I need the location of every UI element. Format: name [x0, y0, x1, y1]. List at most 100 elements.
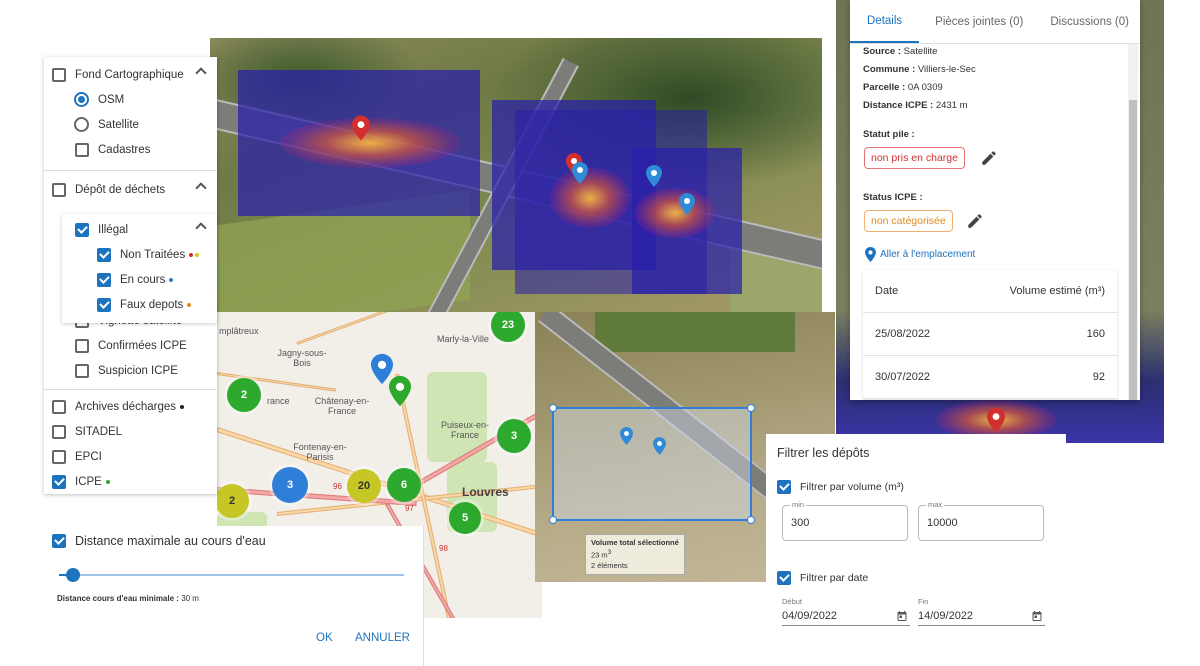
checkbox[interactable]: [52, 67, 66, 82]
distance-title: Distance maximale au cours d'eau: [75, 534, 266, 548]
scrollbar-thumb[interactable]: [1129, 100, 1137, 400]
layer-cadastres[interactable]: Cadastres: [44, 137, 217, 162]
scrollbar[interactable]: [1128, 44, 1138, 400]
volume-table: Date Volume estimé (m³) 25/08/2022 160 3…: [863, 270, 1117, 399]
layer-osm[interactable]: OSM: [44, 87, 217, 112]
selection-rectangle[interactable]: [549, 404, 755, 524]
edit-pencil-icon[interactable]: [966, 212, 984, 230]
layer-confirmees-icpe[interactable]: Confirmées ICPE: [44, 333, 217, 358]
goto-location-link[interactable]: Aller à l'emplacement: [865, 247, 975, 262]
green-marker-icon[interactable]: [389, 374, 411, 408]
red-marker-icon[interactable]: [352, 115, 370, 141]
tab-discussions[interactable]: Discussions (0): [1032, 0, 1138, 43]
slider-thumb[interactable]: [65, 568, 80, 582]
distance-min-value: 30 m: [181, 594, 199, 603]
checkbox[interactable]: [75, 142, 89, 157]
layer-label: Fond Cartographique: [75, 68, 184, 81]
volume-tooltip: Volume total sélectionné 23 m3 2 élément…: [585, 534, 685, 575]
radio-button[interactable]: [74, 92, 89, 107]
edit-pencil-icon[interactable]: [980, 149, 998, 167]
calendar-icon[interactable]: [1031, 610, 1043, 622]
cluster-marker[interactable]: 3: [497, 419, 531, 453]
filter-volume-toggle[interactable]: Filtrer par volume (m³): [777, 480, 904, 494]
layer-faux-depots[interactable]: Faux depots: [62, 292, 217, 317]
resize-handle[interactable]: [747, 516, 755, 524]
checkbox[interactable]: [777, 571, 791, 585]
cluster-marker[interactable]: 5: [449, 502, 481, 534]
layer-epci[interactable]: EPCI: [44, 444, 217, 469]
goto-location-label: Aller à l'emplacement: [880, 249, 976, 260]
date-start-input[interactable]: 04/09/2022: [782, 606, 910, 626]
blue-marker-icon[interactable]: [653, 437, 666, 455]
resize-handle[interactable]: [747, 404, 755, 412]
row-date: 25/08/2022: [875, 328, 931, 340]
red-marker-icon[interactable]: [987, 406, 1005, 434]
legend-dot: [180, 404, 184, 409]
layer-archives-decharges[interactable]: Archives décharges: [44, 394, 217, 419]
cancel-button[interactable]: ANNULER: [355, 632, 410, 644]
distance-panel: Distance maximale au cours d'eau Distanc…: [44, 526, 424, 666]
checkbox[interactable]: [52, 534, 66, 548]
filter-date-toggle[interactable]: Filtrer par date: [777, 571, 868, 585]
slider-track[interactable]: [59, 574, 404, 576]
satellite-map-top[interactable]: [210, 38, 822, 312]
blue-marker-icon[interactable]: [620, 427, 633, 445]
checkbox[interactable]: [97, 272, 111, 287]
date-end-input[interactable]: 14/09/2022: [918, 606, 1045, 626]
layer-suspicion-icpe[interactable]: Suspicion ICPE: [44, 358, 217, 383]
layer-depot-dechets[interactable]: Dépôt de déchets: [44, 177, 217, 202]
volume-min-input[interactable]: 300: [782, 505, 908, 541]
checkbox[interactable]: [75, 338, 89, 353]
cluster-marker[interactable]: 23: [491, 312, 525, 342]
table-row[interactable]: 30/07/2022 92: [863, 356, 1117, 399]
checkbox[interactable]: [52, 399, 66, 414]
resize-handle[interactable]: [549, 404, 557, 412]
filter-panel: Filtrer les dépôts Filtrer par volume (m…: [766, 434, 1066, 666]
distance-toggle[interactable]: Distance maximale au cours d'eau: [52, 534, 266, 548]
field-value: Villiers-le-Sec: [917, 64, 976, 75]
checkbox[interactable]: [52, 182, 66, 197]
resize-handle[interactable]: [549, 516, 557, 524]
cluster-marker[interactable]: 2: [227, 378, 261, 412]
field-label: Statut pile :: [863, 129, 915, 140]
layer-icpe[interactable]: ICPE: [44, 469, 217, 494]
chevron-up-icon[interactable]: [195, 67, 207, 79]
checkbox[interactable]: [777, 480, 791, 494]
blue-marker-icon[interactable]: [572, 162, 588, 184]
column-header-date: Date: [875, 285, 899, 297]
tab-pieces-jointes[interactable]: Pièces jointes (0): [919, 0, 1032, 43]
checkbox[interactable]: [52, 424, 66, 439]
field-label: Parcelle :: [863, 82, 906, 93]
layer-sitadel[interactable]: SITADEL: [44, 419, 217, 444]
checkbox[interactable]: [97, 247, 111, 262]
layer-satellite[interactable]: Satellite: [44, 112, 217, 137]
table-row[interactable]: 25/08/2022 160: [863, 313, 1117, 356]
blue-marker-icon[interactable]: [679, 193, 695, 215]
checkbox[interactable]: [75, 363, 89, 378]
chevron-up-icon[interactable]: [195, 222, 207, 234]
chevron-up-icon[interactable]: [195, 182, 207, 194]
ok-button[interactable]: OK: [316, 632, 333, 644]
layer-non-traitees[interactable]: Non Traitées: [62, 242, 217, 267]
tab-details[interactable]: Details: [850, 0, 920, 43]
calendar-icon[interactable]: [896, 610, 908, 622]
checkbox[interactable]: [52, 474, 66, 489]
layer-fond-cartographique[interactable]: Fond Cartographique: [44, 62, 217, 87]
distance-icpe-field: Distance ICPE : 2431 m: [863, 100, 968, 111]
town-label: Marly-la-Ville: [437, 334, 489, 344]
layer-label: ICPE: [75, 475, 102, 488]
layer-en-cours[interactable]: En cours: [62, 267, 217, 292]
volume-max-label: max: [926, 500, 945, 509]
radio-button[interactable]: [74, 117, 89, 132]
checkbox[interactable]: [52, 449, 66, 464]
checkbox[interactable]: [75, 222, 89, 237]
cluster-marker[interactable]: 6: [387, 468, 421, 502]
volume-max-input[interactable]: 10000: [918, 505, 1044, 541]
blue-marker-icon[interactable]: [646, 165, 662, 187]
road-number: 97: [405, 504, 414, 513]
date-end-value: 14/09/2022: [918, 609, 974, 622]
checkbox[interactable]: [97, 297, 111, 312]
cluster-marker[interactable]: 3: [272, 467, 308, 503]
layer-illegal[interactable]: Illégal: [62, 217, 217, 242]
cluster-marker[interactable]: 20: [347, 469, 381, 503]
